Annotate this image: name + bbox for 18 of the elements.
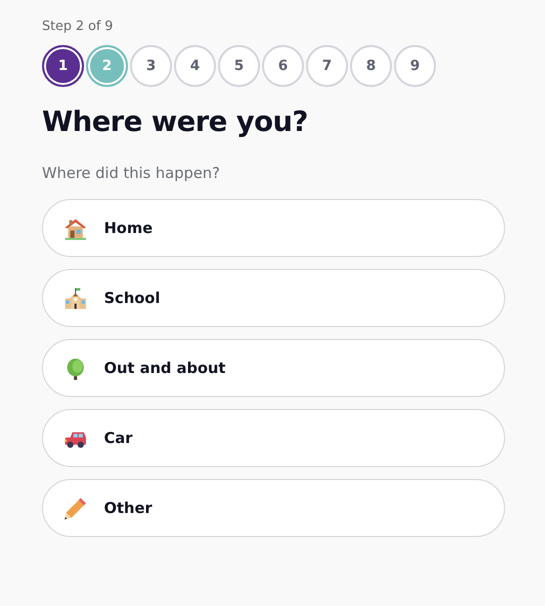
- step-indicator[interactable]: 4: [174, 45, 216, 87]
- step-indicator[interactable]: 6: [262, 45, 304, 87]
- step-indicator[interactable]: 9: [394, 45, 436, 87]
- location-option[interactable]: Home: [42, 199, 505, 257]
- step-indicator[interactable]: 7: [306, 45, 348, 87]
- school-building-icon: [63, 286, 88, 310]
- step-indicator[interactable]: 5: [218, 45, 260, 87]
- pencil-icon: [63, 496, 88, 520]
- location-option[interactable]: Out and about: [42, 339, 505, 397]
- page-title: Where were you?: [42, 105, 309, 138]
- step-indicator[interactable]: 1: [42, 45, 84, 87]
- step-indicator[interactable]: 8: [350, 45, 392, 87]
- location-option[interactable]: School: [42, 269, 505, 327]
- question-text: Where did this happen?: [42, 164, 221, 182]
- location-option[interactable]: Car: [42, 409, 505, 467]
- step-indicator[interactable]: 3: [130, 45, 172, 87]
- step-counter: Step 2 of 9: [42, 19, 114, 36]
- location-option[interactable]: Other: [42, 479, 505, 537]
